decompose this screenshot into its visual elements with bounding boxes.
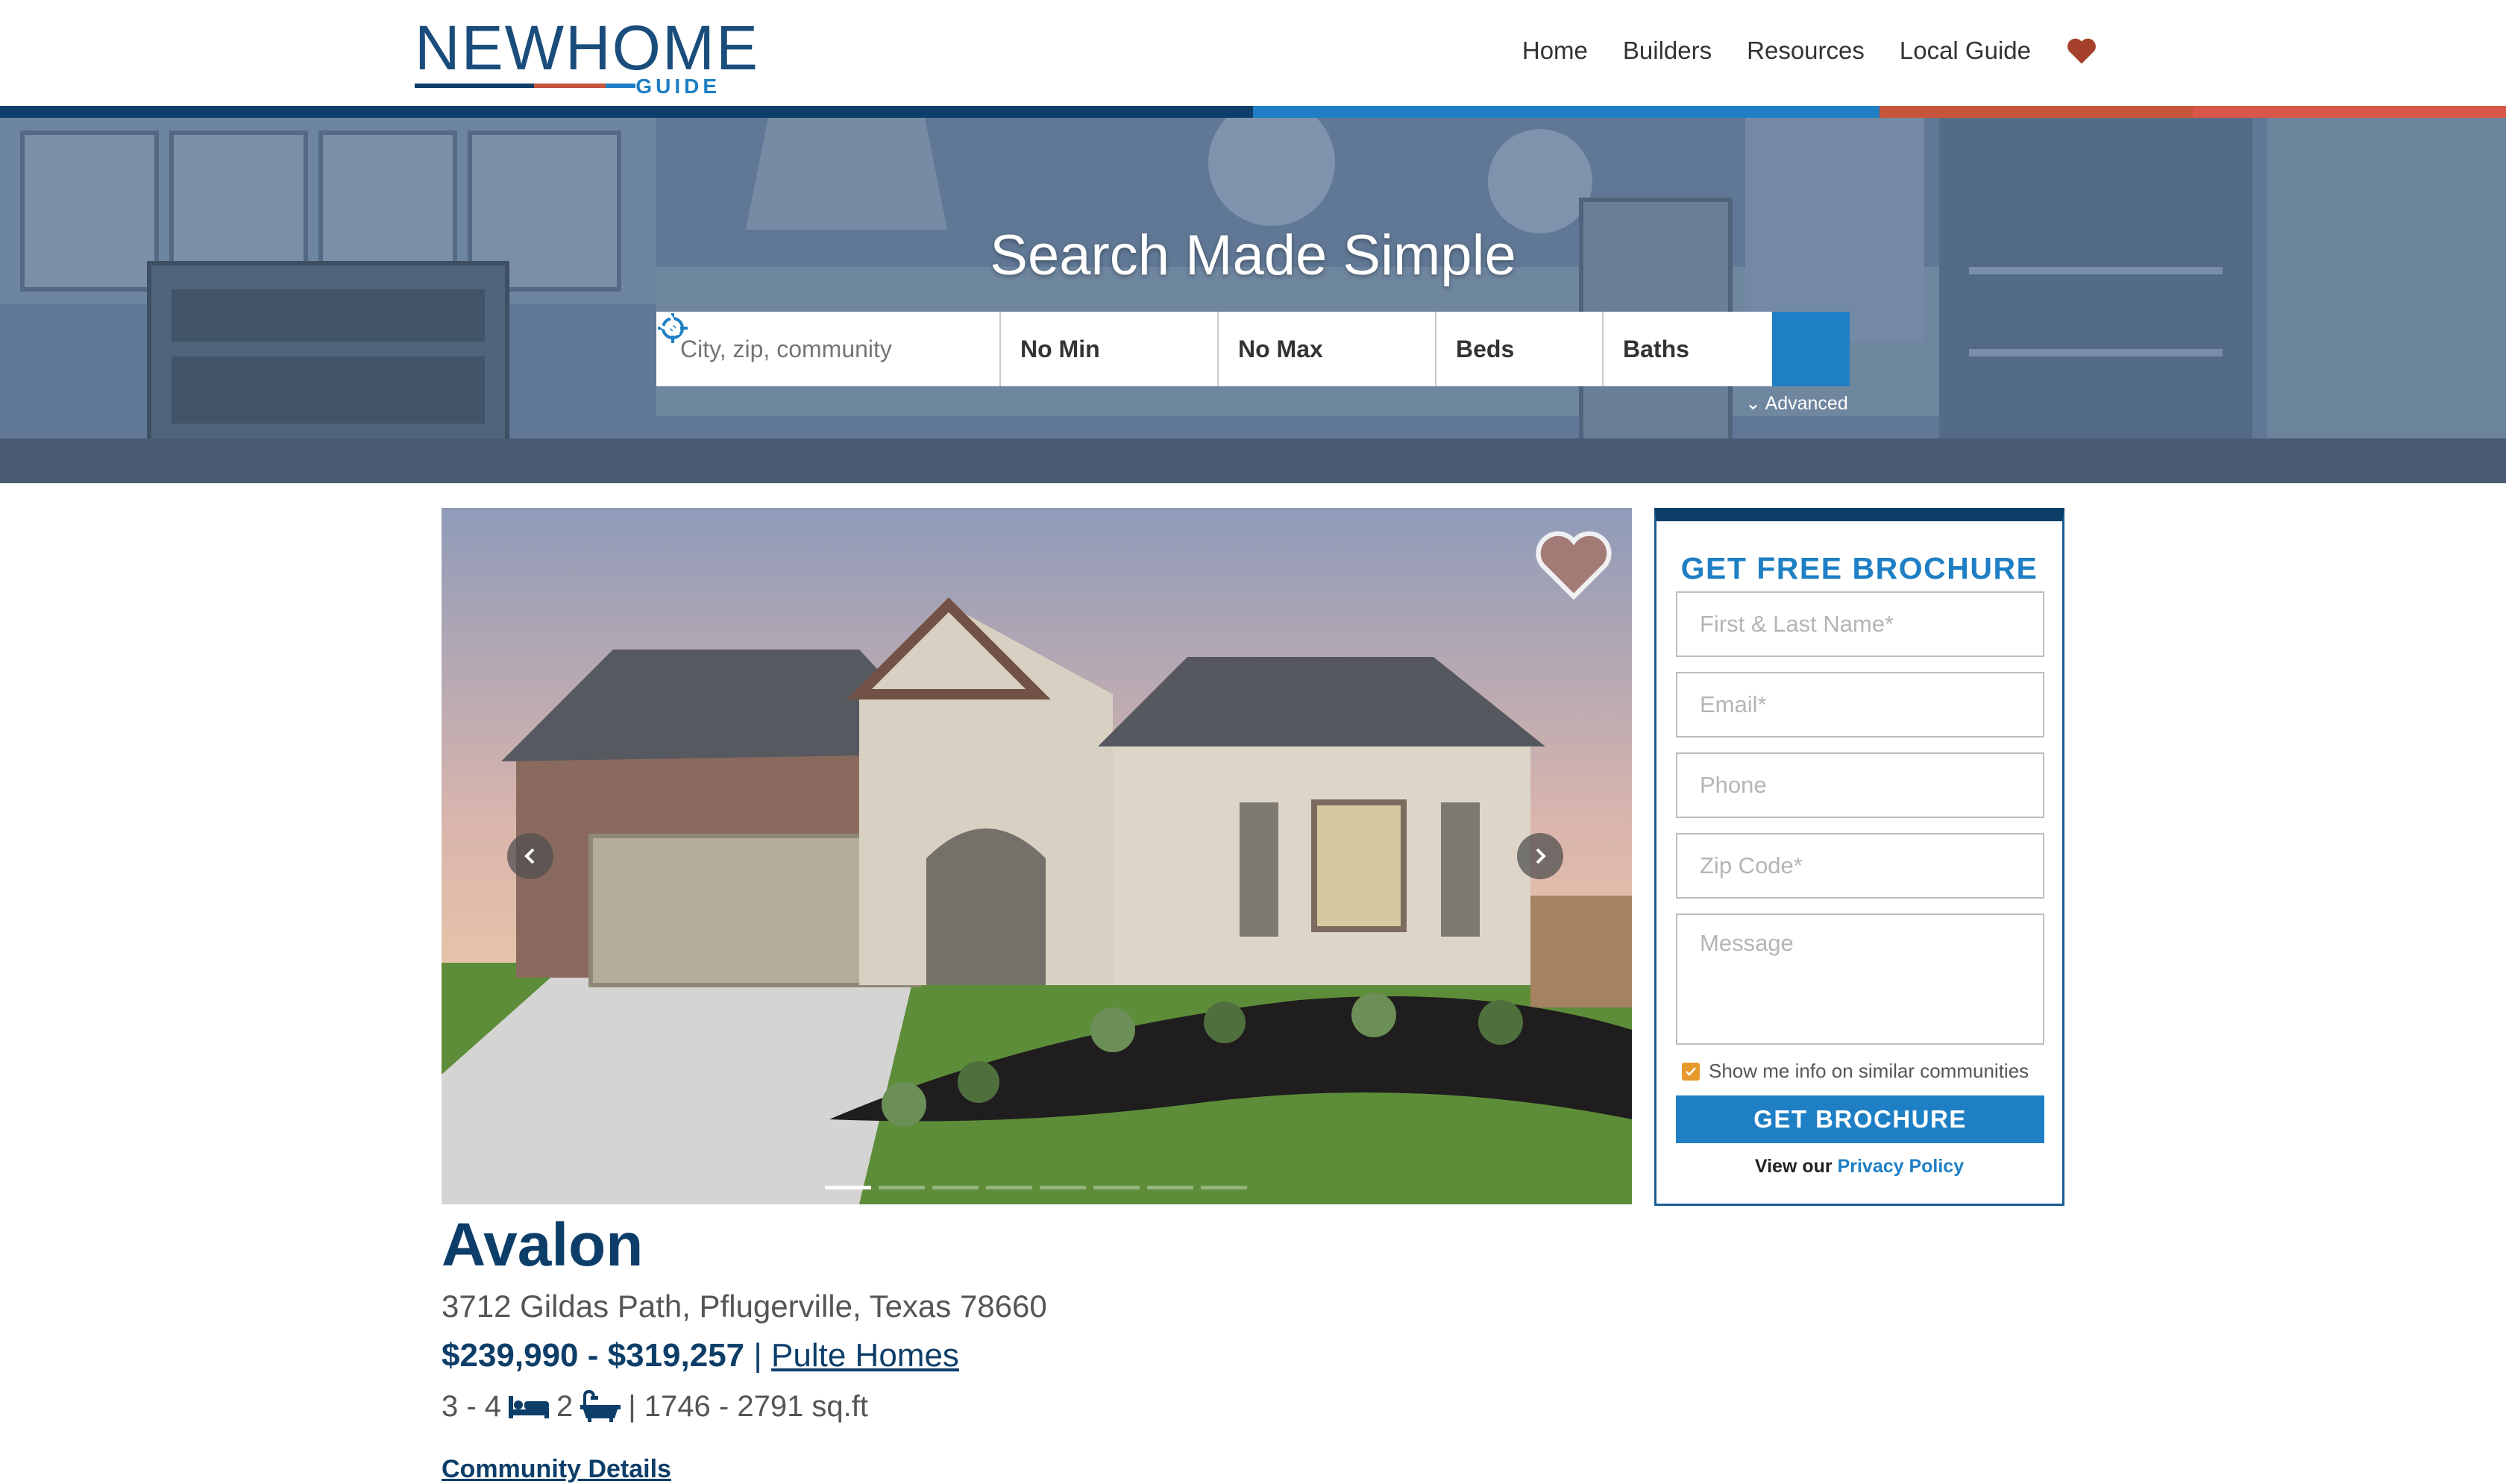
community-details-link[interactable]: Community Details — [442, 1454, 671, 1484]
community-name: Avalon — [442, 1211, 644, 1279]
community-address: 3712 Gildas Path, Pflugerville, Texas 78… — [442, 1289, 1047, 1324]
get-brochure-button[interactable]: GET BROCHURE — [1676, 1095, 2044, 1143]
slide-indicator[interactable] — [1093, 1186, 1140, 1189]
nav-builders[interactable]: Builders — [1623, 33, 1712, 69]
search-button[interactable] — [658, 312, 1850, 386]
hero-banner: Search Made Simple No Min No Max Beds Ba… — [0, 118, 2506, 483]
email-field[interactable] — [1676, 672, 2044, 738]
beds-range: 3 - 4 — [442, 1390, 502, 1423]
price-and-builder: $239,990 - $319,257 | Pulte Homes — [442, 1335, 959, 1377]
slide-indicator[interactable] — [932, 1186, 979, 1189]
nav-home[interactable]: Home — [1522, 33, 1588, 69]
check-icon — [1686, 1066, 1696, 1076]
home-exterior-photo[interactable] — [442, 508, 1632, 1204]
logo-underline — [415, 84, 534, 88]
beds-select[interactable]: Beds — [1436, 312, 1604, 386]
separator: | — [753, 1337, 762, 1374]
phone-field[interactable] — [1676, 752, 2044, 818]
slide-indicator[interactable] — [1147, 1186, 1193, 1189]
nav-resources[interactable]: Resources — [1747, 33, 1865, 69]
slide-indicator[interactable] — [1201, 1186, 1247, 1189]
privacy-prefix: View our — [1754, 1156, 1833, 1177]
name-input[interactable] — [1677, 593, 2043, 655]
location-search-box[interactable] — [656, 312, 1001, 386]
site-header: NEWHOME GUIDE Home Builders Resources Lo… — [0, 0, 2506, 106]
slide-indicator[interactable] — [879, 1186, 925, 1189]
chevron-left-icon — [524, 848, 535, 864]
main-nav: Home Builders Resources Local Guide — [1487, 33, 2097, 69]
chevron-down-icon: ⌄ — [1745, 393, 1761, 414]
logo-subtitle: GUIDE — [635, 75, 720, 98]
nav-local-guide[interactable]: Local Guide — [1900, 33, 2031, 69]
baths-count: 2 — [556, 1390, 574, 1423]
advanced-search-toggle[interactable]: ⌄ Advanced — [1745, 392, 1848, 415]
name-field[interactable] — [1676, 591, 2044, 657]
bathtub-icon — [580, 1390, 621, 1422]
square-footage: | 1746 - 2791 sq.ft — [628, 1390, 869, 1423]
similar-communities-checkbox[interactable] — [1682, 1062, 1700, 1081]
email-input[interactable] — [1677, 673, 2043, 736]
gallery-prev-button[interactable] — [507, 833, 553, 879]
bed-icon — [509, 1396, 550, 1418]
price-range: $239,990 - $319,257 — [442, 1337, 745, 1374]
phone-input[interactable] — [1677, 754, 2043, 817]
newhome-guide-logo[interactable]: NEWHOME GUIDE — [415, 13, 758, 97]
logo-wordmark: NEWHOME — [415, 13, 759, 83]
advanced-label: Advanced — [1765, 393, 1848, 414]
brochure-title: GET FREE BROCHURE — [1680, 551, 2038, 585]
zip-field[interactable] — [1676, 833, 2044, 899]
kitchen-background-image — [0, 118, 2506, 483]
logo-underline — [606, 84, 635, 88]
slide-indicator[interactable] — [825, 1186, 871, 1189]
gallery-slide-indicators — [825, 1186, 1254, 1189]
slide-indicator[interactable] — [986, 1186, 1032, 1189]
search-icon — [658, 313, 680, 336]
slide-indicator[interactable] — [1040, 1186, 1086, 1189]
similar-communities-option[interactable]: Show me info on similar communities — [1682, 1060, 2029, 1083]
favorite-heart-icon[interactable] — [1535, 529, 1612, 601]
max-price-select[interactable]: No Max — [1219, 312, 1436, 386]
privacy-note: View our Privacy Policy — [1656, 1156, 2062, 1178]
photo-gallery — [442, 508, 1632, 1204]
zip-input[interactable] — [1677, 834, 2043, 897]
header-color-stripe — [0, 106, 2506, 118]
home-specs: 3 - 4 2 | 1746 - 2791 sq.ft — [442, 1386, 868, 1427]
search-bar: No Min No Max Beds Baths — [656, 312, 1850, 386]
builder-link[interactable]: Pulte Homes — [771, 1337, 959, 1374]
message-textarea[interactable] — [1677, 915, 2043, 1043]
brochure-form: GET FREE BROCHURE Show me info on simila… — [1654, 508, 2064, 1206]
chevron-right-icon — [1536, 848, 1546, 864]
min-price-select[interactable]: No Min — [1001, 312, 1219, 386]
hero-title: Search Made Simple — [990, 224, 1516, 287]
favorites-heart-icon[interactable] — [2066, 35, 2097, 66]
privacy-policy-link[interactable]: Privacy Policy — [1838, 1156, 1965, 1177]
gallery-next-button[interactable] — [1517, 833, 1563, 879]
similar-communities-label: Show me info on similar communities — [1709, 1060, 2029, 1082]
baths-select[interactable]: Baths — [1604, 312, 1772, 386]
message-field[interactable] — [1676, 914, 2044, 1045]
logo-underline — [534, 84, 606, 88]
location-search-input[interactable] — [679, 334, 999, 364]
